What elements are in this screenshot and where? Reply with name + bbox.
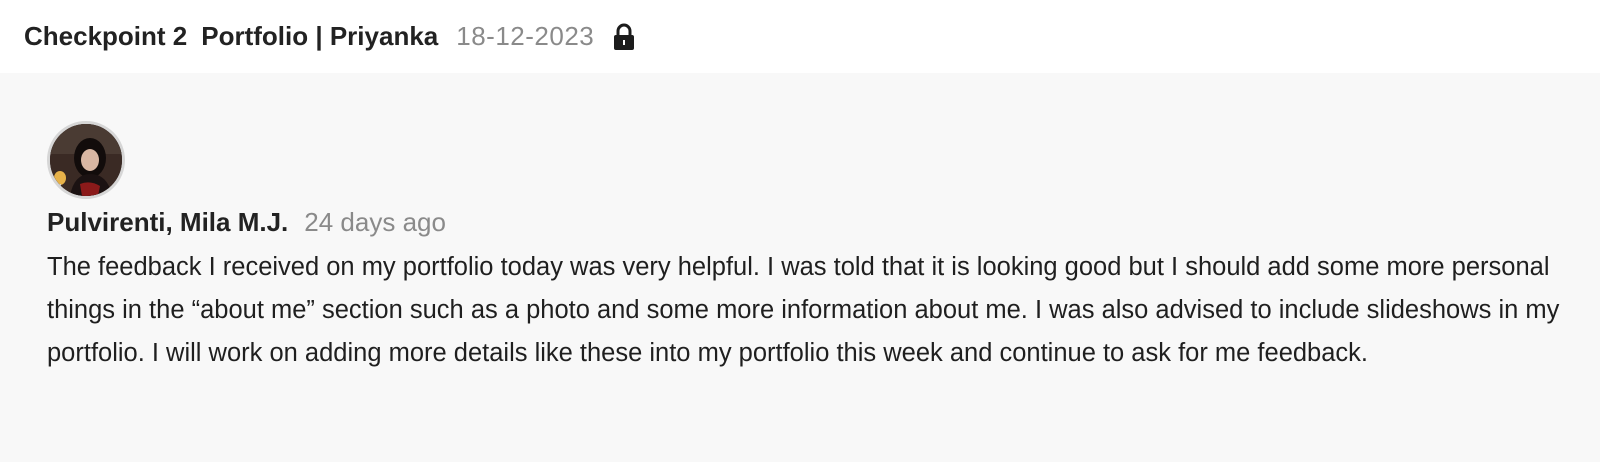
page-title[interactable]: Portfolio | Priyanka (201, 21, 438, 52)
lock-icon (612, 23, 636, 51)
user-avatar[interactable] (47, 121, 125, 199)
comment-meta: Pulvirenti, Mila M.J. 24 days ago (47, 207, 1576, 238)
checkpoint-label: Checkpoint 2 (24, 21, 188, 51)
comment-section: Pulvirenti, Mila M.J. 24 days ago The fe… (0, 73, 1600, 462)
page-header: Checkpoint 2 Portfolio | Priyanka 18-12-… (0, 0, 1600, 73)
author-name: Pulvirenti, Mila M.J. (47, 207, 289, 237)
comment-time: 24 days ago (304, 207, 446, 237)
post-date: 18-12-2023 (456, 21, 595, 51)
comment-text: The feedback I received on my portfolio … (47, 253, 1560, 367)
